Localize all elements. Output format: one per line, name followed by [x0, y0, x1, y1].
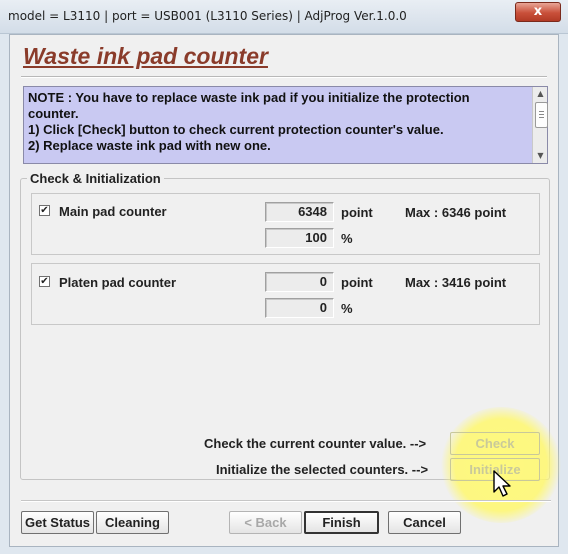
- main-pad-value-field: 6348: [265, 202, 334, 222]
- note-scrollbar[interactable]: ▲ ▼: [532, 87, 548, 163]
- platen-pad-checkbox[interactable]: ✔: [39, 276, 50, 287]
- page-title: Waste ink pad counter: [23, 43, 268, 69]
- main-pad-label[interactable]: Main pad counter: [59, 204, 167, 219]
- main-pad-checkbox[interactable]: ✔: [39, 205, 50, 216]
- window-title: model = L3110 | port = USB001 (L3110 Ser…: [8, 9, 407, 23]
- grip-line: [539, 117, 544, 118]
- note-line: counter.: [28, 106, 79, 121]
- grip-line: [539, 111, 544, 112]
- back-button[interactable]: < Back: [229, 511, 302, 534]
- note-line: 2) Replace waste ink pad with new one.: [28, 138, 271, 153]
- scroll-down-icon[interactable]: ▼: [533, 149, 548, 163]
- main-pad-unit: point: [341, 205, 373, 220]
- mouse-pointer-icon: [493, 470, 511, 497]
- platen-pad-max: Max : 3416 point: [405, 275, 507, 290]
- note-line: NOTE : You have to replace waste ink pad…: [28, 90, 470, 105]
- platen-pad-unit: point: [341, 275, 373, 290]
- cleaning-button[interactable]: Cleaning: [96, 511, 169, 534]
- platen-pad-percent-unit: %: [341, 301, 353, 316]
- cancel-button[interactable]: Cancel: [388, 511, 461, 534]
- check-prompt: Check the current counter value. -->: [204, 436, 427, 451]
- main-pad-percent-unit: %: [341, 231, 353, 246]
- footer-divider: [21, 500, 551, 502]
- note-textbox[interactable]: NOTE : You have to replace waste ink pad…: [23, 86, 548, 164]
- group-label: Check & Initialization: [27, 171, 164, 186]
- get-status-button[interactable]: Get Status: [21, 511, 94, 534]
- platen-pad-percent-field: 0: [265, 298, 334, 318]
- close-icon: x: [533, 4, 543, 19]
- scrollbar-thumb[interactable]: [535, 102, 548, 128]
- window-title-bar[interactable]: model = L3110 | port = USB001 (L3110 Ser…: [0, 0, 568, 34]
- init-prompt: Initialize the selected counters. -->: [216, 462, 429, 477]
- note-line: 1) Click [Check] button to check current…: [28, 122, 444, 137]
- platen-pad-value-field: 0: [265, 272, 334, 292]
- grip-line: [539, 114, 544, 115]
- scroll-up-icon[interactable]: ▲: [533, 87, 548, 101]
- heading-divider: [21, 76, 547, 78]
- main-pad-max: Max : 6346 point: [405, 205, 507, 220]
- close-button[interactable]: x: [515, 2, 561, 22]
- main-pad-percent-field: 100: [265, 228, 334, 248]
- finish-button[interactable]: Finish: [304, 511, 379, 534]
- check-button[interactable]: Check: [450, 432, 540, 455]
- platen-pad-label[interactable]: Platen pad counter: [59, 275, 176, 290]
